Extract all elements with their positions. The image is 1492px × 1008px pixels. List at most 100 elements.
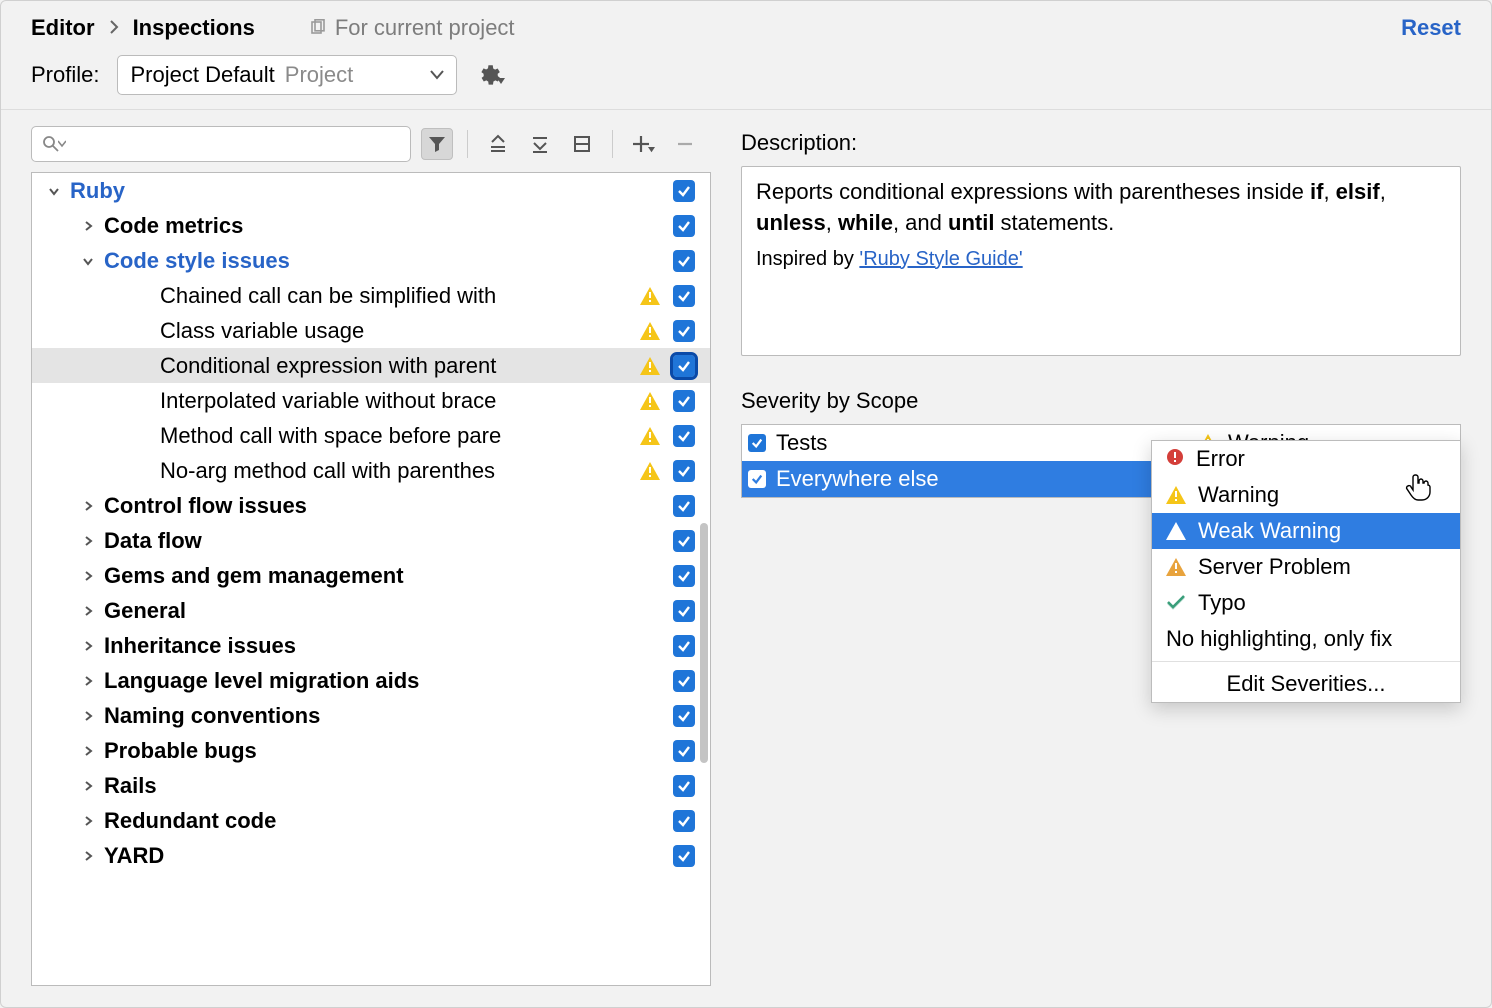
severity-icon [1166,486,1186,504]
tree-node-group[interactable]: Naming conventions [32,698,710,733]
tree-node-group[interactable]: Inheritance issues [32,628,710,663]
checkbox[interactable] [673,180,695,202]
checkbox[interactable] [673,215,695,237]
profile-combo[interactable]: Project Default Project [117,55,457,95]
warning-icon [634,427,666,445]
tree-node-group[interactable]: Gems and gem management [32,558,710,593]
tree-leaf[interactable]: Class variable usage [32,313,710,348]
tree-label: General [100,598,634,624]
warning-icon [634,462,666,480]
checkbox[interactable] [673,460,695,482]
checkbox[interactable] [673,845,695,867]
crumb-sep [109,15,119,41]
dropdown-separator [1152,661,1460,662]
warning-icon [634,357,666,375]
scrollbar[interactable] [700,523,708,763]
checkbox[interactable] [673,670,695,692]
tree-label: Data flow [100,528,634,554]
inspection-tree[interactable]: Ruby Code metrics Code style issues Chained… [31,172,711,986]
checkbox[interactable] [673,250,695,272]
dropdown-item[interactable]: No highlighting, only fix [1152,621,1460,657]
dropdown-item[interactable]: Typo [1152,585,1460,621]
tree-leaf[interactable]: Conditional expression with parent [32,348,710,383]
checkbox[interactable] [673,530,695,552]
copy-icon [309,19,327,37]
severity-dropdown[interactable]: ErrorWarningWeak WarningServer ProblemTy… [1151,440,1461,703]
dropdown-label: No highlighting, only fix [1166,626,1392,652]
tree-label: Ruby [66,178,634,204]
description-label: Description: [741,130,1461,156]
tree-node-group[interactable]: Control flow issues [32,488,710,523]
dropdown-item[interactable]: Warning [1152,477,1460,513]
checkbox[interactable] [673,495,695,517]
checkbox[interactable] [673,740,695,762]
expand-all-button[interactable] [482,128,514,160]
crumb-editor[interactable]: Editor [31,15,95,41]
dropdown-item[interactable]: Weak Warning [1152,513,1460,549]
add-button[interactable] [627,128,659,160]
checkbox[interactable] [673,600,695,622]
edit-severities[interactable]: Edit Severities... [1152,666,1460,702]
tree-node-group[interactable]: Language level migration aids [32,663,710,698]
tree-leaf[interactable]: No-arg method call with parenthes [32,453,710,488]
scope-name: Everywhere else [776,466,1188,492]
checkbox[interactable] [673,705,695,727]
tree-label: YARD [100,843,634,869]
checkbox[interactable] [673,390,695,412]
tree-label: Interpolated variable without brace [156,388,634,414]
tree-node-group[interactable]: Data flow [32,523,710,558]
tree-leaf[interactable]: Interpolated variable without brace [32,383,710,418]
chevron-down-icon [58,140,66,148]
dropdown-label: Edit Severities... [1227,671,1386,697]
for-project-label: For current project [335,15,515,41]
checkbox[interactable] [673,285,695,307]
tree-node-ruby[interactable]: Ruby [32,173,710,208]
reset-tree-button[interactable] [566,128,598,160]
reset-link[interactable]: Reset [1401,15,1461,41]
checkbox[interactable] [748,434,766,452]
tree-node-group[interactable]: YARD [32,838,710,873]
description-line1: Reports conditional expressions with par… [756,177,1446,239]
tree-label: No-arg method call with parenthes [156,458,634,484]
tree-node-group[interactable]: Redundant code [32,803,710,838]
checkbox[interactable] [673,775,695,797]
dropdown-item[interactable]: Error [1152,441,1460,477]
tree-node-group[interactable]: Rails [32,768,710,803]
ruby-style-guide-link[interactable]: 'Ruby Style Guide' [859,248,1022,270]
warning-icon [634,392,666,410]
search-input[interactable] [31,126,411,162]
tree-leaf[interactable]: Method call with space before pare [32,418,710,453]
checkbox[interactable] [673,355,695,377]
tree-label: Class variable usage [156,318,634,344]
tree-node-group[interactable]: Probable bugs [32,733,710,768]
tree-node-group[interactable]: Code style issues [32,243,710,278]
checkbox[interactable] [748,470,766,488]
warning-icon [634,287,666,305]
profile-row: Profile: Project Default Project [1,49,1491,110]
profile-label: Profile: [31,62,99,88]
tree-label: Code style issues [100,248,634,274]
checkbox[interactable] [673,810,695,832]
tree-leaf[interactable]: Chained call can be simplified with [32,278,710,313]
tree-label: Conditional expression with parent [156,353,634,379]
gear-button[interactable] [475,62,505,88]
tree-node-group[interactable]: General [32,593,710,628]
toolbar-separator [467,130,468,158]
severity-icon [1166,558,1186,576]
profile-scope: Project [285,62,353,88]
tree-label: Gems and gem management [100,563,634,589]
dropdown-item[interactable]: Server Problem [1152,549,1460,585]
tree-label: Code metrics [100,213,634,239]
checkbox[interactable] [673,635,695,657]
tree-node-group[interactable]: Code metrics [32,208,710,243]
warning-icon [634,322,666,340]
tree-label: Probable bugs [100,738,634,764]
checkbox[interactable] [673,425,695,447]
description-box: Reports conditional expressions with par… [741,166,1461,356]
remove-button[interactable] [669,128,701,160]
tree-label: Method call with space before pare [156,423,634,449]
checkbox[interactable] [673,320,695,342]
collapse-all-button[interactable] [524,128,556,160]
filter-button[interactable] [421,128,453,160]
checkbox[interactable] [673,565,695,587]
